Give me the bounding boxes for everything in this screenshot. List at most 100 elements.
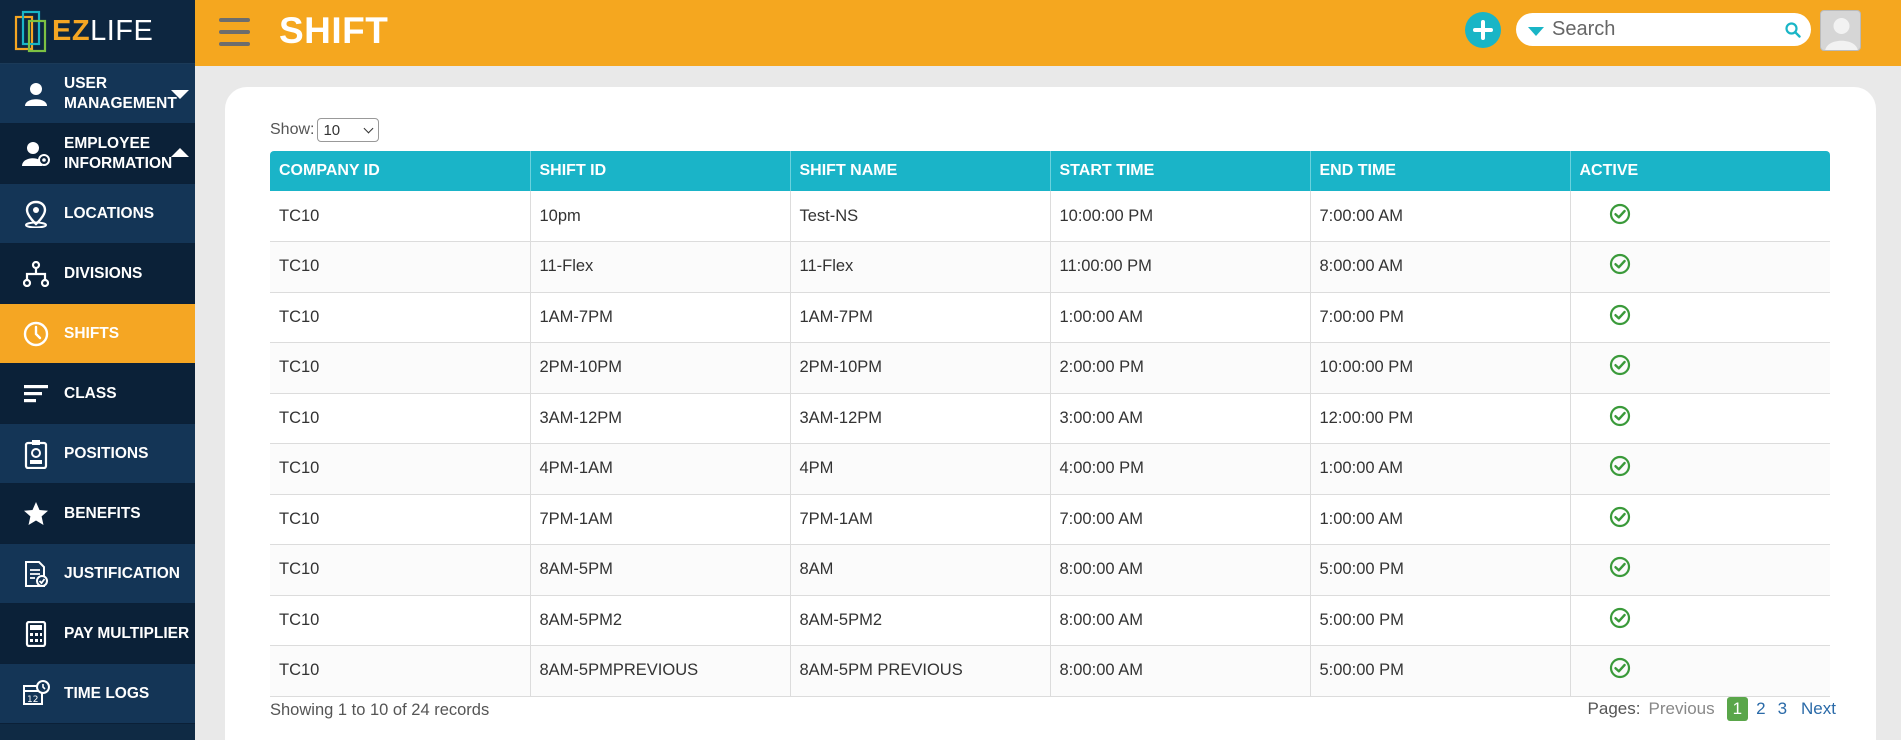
sidebar-item-locations[interactable]: LOCATIONS (0, 184, 195, 244)
sidebar-item-label: EMPLOYEE INFORMATION (64, 134, 173, 172)
column-header-shift-id[interactable]: SHIFT ID (529, 151, 790, 191)
calculator-icon (22, 620, 50, 648)
check-circle-icon (1609, 304, 1631, 330)
sidebar-item-class[interactable]: CLASS (0, 364, 195, 424)
check-circle-icon (1609, 203, 1631, 229)
sidebar-item-shifts[interactable]: SHIFTS (0, 304, 195, 364)
end-time-cell: 1:00:00 AM (1309, 443, 1570, 495)
shift-id-cell: 2PM-10PM (529, 342, 790, 394)
shift-name-cell: 7PM-1AM (789, 494, 1050, 545)
main-card: Show: 10 COMPANY ID SHIFT ID SHIFT NAME … (225, 87, 1876, 740)
avatar[interactable] (1820, 10, 1861, 51)
table-row[interactable]: TC10 7PM-1AM 7PM-1AM 7:00:00 AM 1:00:00 AM (270, 494, 1830, 545)
company-id-cell: TC10 (270, 595, 530, 646)
end-time-cell: 12:00:00 PM (1309, 393, 1570, 444)
active-cell (1569, 292, 1830, 343)
table-row[interactable]: TC10 2PM-10PM 2PM-10PM 2:00:00 PM 10:00:00 P… (270, 342, 1830, 394)
page-size-select[interactable]: 10 (317, 118, 380, 142)
calendar-clock-icon: 12 (22, 679, 50, 708)
hamburger-menu-icon[interactable] (219, 18, 250, 46)
search-input[interactable] (1552, 18, 1772, 41)
shift-name-cell: 8AM-5PM PREVIOUS (789, 645, 1050, 697)
column-header-shift-name[interactable]: SHIFT NAME (789, 151, 1050, 191)
active-cell (1569, 645, 1830, 697)
table-row[interactable]: TC10 1AM-7PM 1AM-7PM 1:00:00 AM 7:00:00 PM (270, 292, 1830, 343)
end-time-cell: 5:00:00 PM (1309, 645, 1570, 697)
search-icon[interactable] (1785, 22, 1801, 38)
page-link-3[interactable]: 3 (1778, 699, 1787, 719)
active-cell (1569, 494, 1830, 545)
start-time-cell: 10:00:00 PM (1049, 191, 1310, 242)
lines-icon (22, 380, 50, 408)
check-circle-icon (1609, 355, 1631, 380)
sidebar-item-label: TIME LOGS (64, 684, 150, 702)
app-logo[interactable]: EZ LIFE (0, 0, 195, 64)
sidebar-item-divisions[interactable]: DIVISIONS (0, 244, 195, 304)
shift-name-cell: 8AM-5PM2 (789, 595, 1050, 646)
shift-id-cell: 8AM-5PM2 (529, 595, 790, 646)
column-header-company-id[interactable]: COMPANY ID (270, 151, 530, 191)
check-circle-icon (1609, 658, 1631, 683)
column-header-end-time[interactable]: END TIME (1309, 151, 1570, 191)
table-row[interactable]: TC10 8AM-5PM2 8AM-5PM2 8:00:00 AM 5:00:00 PM (270, 595, 1830, 646)
shift-id-cell: 8AM-5PM (529, 544, 790, 596)
sidebar-item-label: POSITIONS (64, 444, 149, 462)
user-gear-icon (22, 140, 50, 168)
logo-mark-icon (14, 10, 47, 52)
sidebar-item-benefits[interactable]: BENEFITS (0, 484, 195, 544)
check-circle-icon (1609, 405, 1631, 431)
next-page-link[interactable]: Next (1801, 699, 1836, 719)
active-cell (1569, 342, 1830, 394)
shift-id-cell: 11-Flex (529, 241, 790, 293)
logo-text: EZ LIFE (52, 15, 153, 48)
document-check-icon (22, 560, 50, 588)
user-avatar-icon (1825, 18, 1858, 50)
active-cell (1569, 191, 1830, 242)
search-filter-dropdown-icon[interactable] (1528, 26, 1544, 36)
start-time-cell: 1:00:00 AM (1049, 292, 1310, 343)
sidebar: EZ LIFE USER MANAGEMENT EMPLOYEE INFORMA… (0, 0, 195, 740)
table-row[interactable]: TC10 10pm Test-NS 10:00:00 PM 7:00:00 AM (270, 191, 1830, 242)
active-cell (1569, 544, 1830, 596)
logo-life: LIFE (90, 15, 154, 47)
shift-id-cell: 1AM-7PM (529, 292, 790, 343)
table-row[interactable]: TC10 11-Flex 11-Flex 11:00:00 PM 8:00:00 AM (270, 241, 1830, 293)
sidebar-item-label: DIVISIONS (64, 264, 143, 282)
start-time-cell: 8:00:00 AM (1049, 595, 1310, 646)
table-row[interactable]: TC10 4PM-1AM 4PM 4:00:00 PM 1:00:00 AM (270, 443, 1830, 495)
add-button[interactable] (1465, 12, 1501, 48)
company-id-cell: TC10 (270, 544, 530, 596)
previous-page-link[interactable]: Previous (1648, 699, 1714, 719)
table-row[interactable]: TC10 8AM-5PM 8AM 8:00:00 AM 5:00:00 PM (270, 544, 1830, 596)
show-label: Show: (270, 121, 315, 138)
company-id-cell: TC10 (270, 241, 530, 293)
sidebar-item-employee-information[interactable]: EMPLOYEE INFORMATION (0, 124, 195, 184)
sidebar-item-label: CLASS (64, 384, 117, 402)
end-time-cell: 5:00:00 PM (1309, 595, 1570, 646)
column-header-active[interactable]: ACTIVE (1569, 151, 1830, 191)
page-link-2[interactable]: 2 (1756, 699, 1765, 719)
end-time-cell: 5:00:00 PM (1309, 544, 1570, 596)
table-row[interactable]: TC10 3AM-12PM 3AM-12PM 3:00:00 AM 12:00:00 P… (270, 393, 1830, 444)
column-header-start-time[interactable]: START TIME (1049, 151, 1310, 191)
sidebar-item-user-management[interactable]: USER MANAGEMENT (0, 64, 195, 124)
company-id-cell: TC10 (270, 645, 530, 697)
page-link-1[interactable]: 1 (1726, 697, 1749, 721)
chevron-down-icon[interactable] (171, 89, 189, 99)
check-circle-icon (1609, 557, 1631, 582)
sidebar-item-label: BENEFITS (64, 504, 141, 522)
company-id-cell: TC10 (270, 342, 530, 394)
active-cell (1569, 595, 1830, 646)
sidebar-item-pay-multiplier[interactable]: PAY MULTIPLIER (0, 604, 195, 664)
check-circle-icon (1609, 506, 1631, 532)
sidebar-item-time-logs[interactable]: 12 TIME LOGS (0, 664, 195, 724)
start-time-cell: 8:00:00 AM (1049, 544, 1310, 596)
sidebar-item-justification[interactable]: JUSTIFICATION (0, 544, 195, 604)
chevron-up-icon[interactable] (171, 147, 189, 157)
sidebar-item-label: JUSTIFICATION (64, 564, 180, 582)
shift-name-cell: 4PM (789, 443, 1050, 495)
company-id-cell: TC10 (270, 494, 530, 545)
sidebar-item-positions[interactable]: POSITIONS (0, 424, 195, 484)
shift-id-cell: 3AM-12PM (529, 393, 790, 444)
table-row[interactable]: TC10 8AM-5PMPREVIOUS 8AM-5PM PREVIOUS 8:00:… (270, 645, 1830, 697)
